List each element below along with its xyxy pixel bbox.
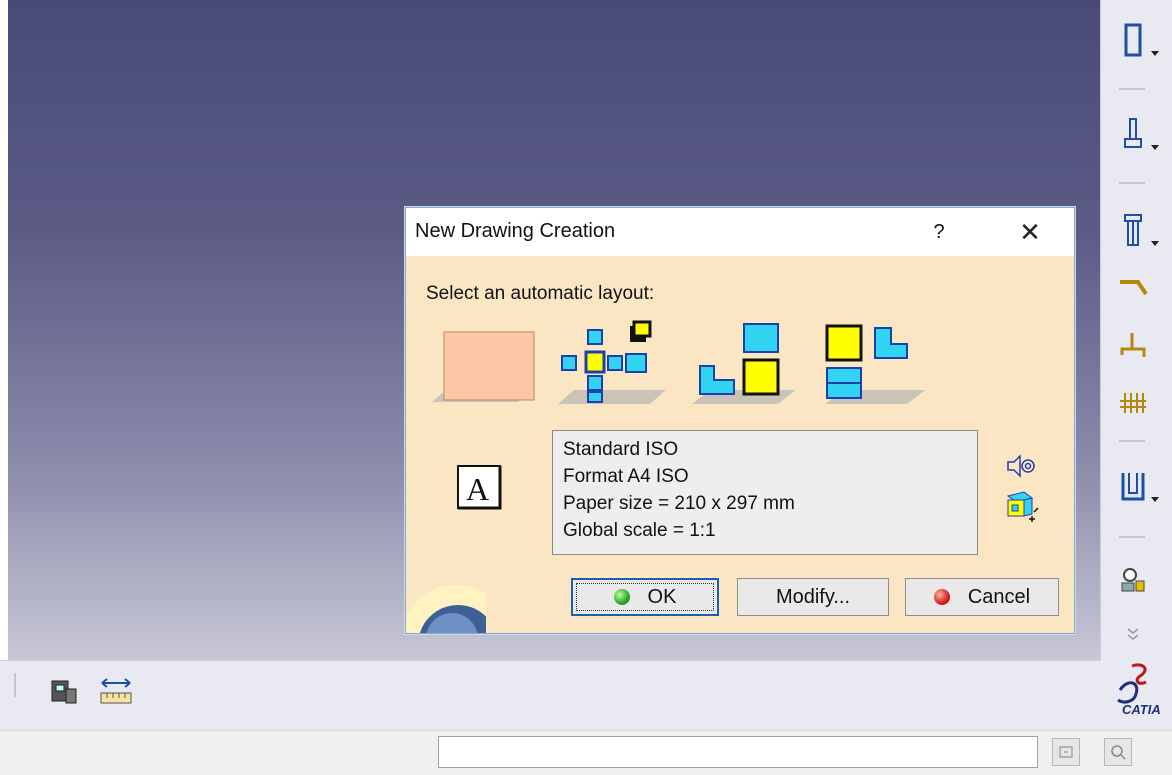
standard-line: Standard ISO — [563, 439, 679, 460]
frame-icon[interactable] — [1113, 466, 1159, 506]
grid-icon[interactable] — [1113, 382, 1153, 422]
measure-icon[interactable] — [98, 673, 134, 707]
cancel-label: Cancel — [967, 585, 1031, 608]
close-button[interactable]: ✕ — [1012, 216, 1048, 248]
sheet-info-box: Standard ISO Format A4 ISO Paper size = … — [552, 430, 978, 555]
front-bottom-right-layout[interactable] — [688, 318, 800, 413]
toolbar-grip[interactable] — [14, 673, 16, 697]
new-drawing-dialog: New Drawing Creation ? ✕ Select an autom… — [405, 207, 1075, 634]
front-top-left-layout[interactable] — [821, 318, 933, 413]
toolbar-separator — [1119, 182, 1145, 184]
toolbar-separator — [1119, 88, 1145, 90]
power-input-icon[interactable] — [1052, 738, 1080, 766]
toolbar-separator — [1119, 440, 1145, 442]
catia-logo: CATIA — [1114, 660, 1166, 718]
focus-ring — [576, 583, 714, 611]
reference-plane-icon[interactable] — [1006, 488, 1042, 524]
viewport-left-edge — [0, 0, 8, 660]
format-line: Format A4 ISO — [563, 466, 689, 487]
chevron-down-icon[interactable] — [1113, 614, 1153, 654]
command-input[interactable] — [438, 736, 1038, 768]
global-scale-line: Global scale = 1:1 — [563, 520, 716, 541]
analysis-icon[interactable] — [1113, 560, 1153, 600]
part-design-icon[interactable] — [1113, 20, 1159, 60]
search-icon[interactable] — [1104, 738, 1132, 766]
globe-decoration — [406, 563, 486, 633]
dialog-title: New Drawing Creation — [415, 220, 616, 242]
modify-button[interactable]: Modify... — [737, 578, 889, 616]
catia-logo-area: CATIA — [1100, 660, 1172, 730]
paper-size-line: Paper size = 210 x 297 mm — [563, 493, 795, 514]
toolbar-separator — [1119, 536, 1145, 538]
format-icon[interactable]: A — [456, 464, 504, 512]
column-icon[interactable] — [1113, 210, 1159, 250]
help-button[interactable]: ? — [926, 218, 952, 246]
all-views-layout[interactable] — [554, 318, 666, 413]
catia-logo-text: CATIA — [1122, 702, 1161, 717]
printer-icon[interactable] — [48, 677, 80, 707]
projection-method-icon[interactable] — [1006, 454, 1036, 478]
svg-text:A: A — [466, 471, 489, 507]
modify-label: Modify... — [775, 585, 851, 608]
cancel-button[interactable]: Cancel — [905, 578, 1059, 616]
dialog-titlebar[interactable]: New Drawing Creation ? ✕ — [406, 208, 1074, 256]
rib-icon[interactable] — [1113, 326, 1153, 366]
layout-label: Select an automatic layout: — [426, 283, 655, 304]
empty-sheet-layout[interactable] — [428, 318, 540, 413]
sweep-icon[interactable] — [1113, 266, 1153, 306]
bottom-toolbar — [0, 660, 1100, 731]
cancel-dot-icon — [933, 589, 950, 605]
ok-button[interactable]: OK — [571, 578, 719, 616]
right-toolbar — [1100, 0, 1172, 660]
spec-icon[interactable] — [1113, 114, 1159, 154]
